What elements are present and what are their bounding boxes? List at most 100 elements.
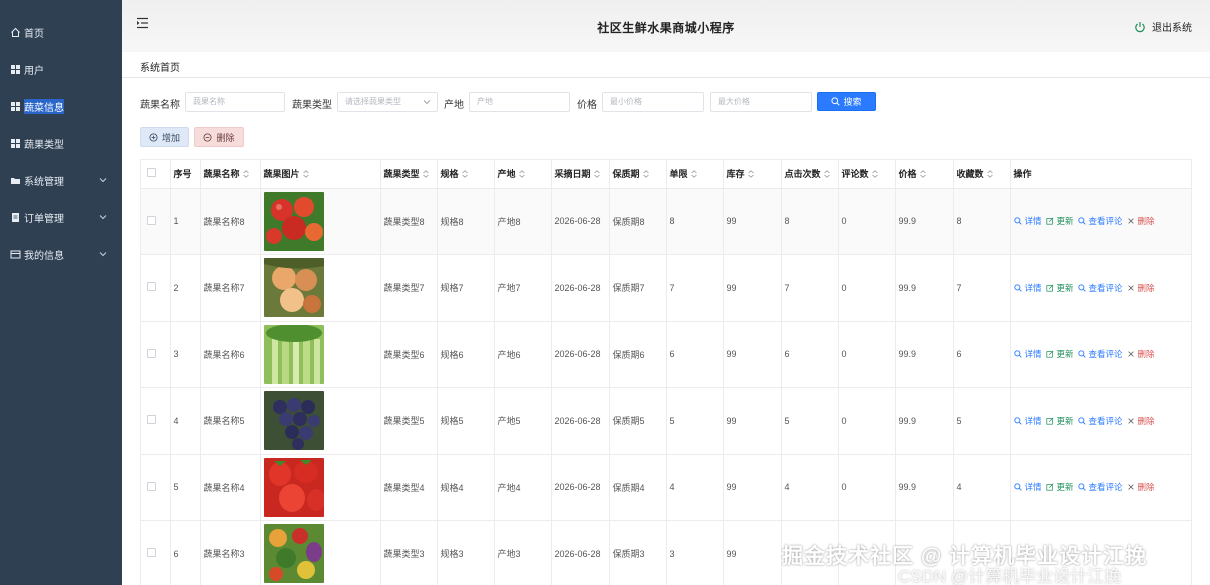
sort-icon[interactable] xyxy=(823,170,830,178)
update-button[interactable]: 更新 xyxy=(1045,215,1074,227)
sidebar-item-orders[interactable]: 订单管理 xyxy=(0,199,122,236)
sidebar-item-my-info[interactable]: 我的信息 xyxy=(0,236,122,273)
sort-icon[interactable] xyxy=(461,170,468,178)
price-cell: 99.9 xyxy=(895,188,954,255)
column-header-label: 库存 xyxy=(726,169,745,180)
index-cell: 5 xyxy=(170,454,201,521)
edit-icon xyxy=(1045,217,1053,225)
clicks-cell: 6 xyxy=(781,321,839,388)
detail-button[interactable]: 详情 xyxy=(1013,282,1042,294)
type-select[interactable]: 请选择蔬果类型 xyxy=(337,92,438,112)
sidebar-item-produce-type[interactable]: 蔬果类型 xyxy=(0,125,122,162)
column-header[interactable]: 产地 xyxy=(494,160,552,189)
sort-icon[interactable] xyxy=(690,170,697,178)
detail-button[interactable]: 详情 xyxy=(1013,348,1042,360)
row-checkbox[interactable] xyxy=(147,282,156,292)
view-comments-button[interactable]: 查看评论 xyxy=(1077,481,1123,493)
origin-input[interactable]: 产地 xyxy=(469,92,570,112)
row-checkbox[interactable] xyxy=(147,415,156,425)
row-checkbox[interactable] xyxy=(147,348,156,358)
produce-image xyxy=(263,191,380,251)
produce-image xyxy=(263,391,380,451)
comments-cell: 0 xyxy=(838,254,896,322)
update-button[interactable]: 更新 xyxy=(1045,415,1074,427)
column-header[interactable]: 价格 xyxy=(895,160,954,189)
row-checkbox[interactable] xyxy=(147,215,156,225)
column-header[interactable]: 蔬果图片 xyxy=(260,160,381,189)
row-select-cell xyxy=(141,188,171,255)
search-button[interactable]: 搜索 xyxy=(817,92,876,111)
sidebar-item-system[interactable]: 系统管理 xyxy=(0,162,122,199)
column-header[interactable]: 库存 xyxy=(723,160,782,189)
sort-icon[interactable] xyxy=(593,170,600,178)
sort-icon[interactable] xyxy=(518,170,525,178)
sort-icon[interactable] xyxy=(422,170,429,178)
sort-icon[interactable] xyxy=(919,170,926,178)
column-header[interactable]: 保质期 xyxy=(609,160,667,189)
actions-cell: 详情 更新 查看评论 删除 xyxy=(1010,387,1191,455)
grid-icon xyxy=(10,64,21,75)
column-header-label: 保质期 xyxy=(612,169,640,180)
delete-button[interactable]: 删除 xyxy=(1127,481,1155,493)
sort-icon[interactable] xyxy=(302,170,309,178)
name-input[interactable]: 蔬果名称 xyxy=(185,92,285,112)
column-header[interactable]: 规格 xyxy=(437,160,495,189)
column-header[interactable]: 蔬果名称 xyxy=(200,160,261,189)
column-header[interactable]: 蔬果类型 xyxy=(380,160,438,189)
shelf-life-cell: 保质期7 xyxy=(609,254,667,322)
search-icon xyxy=(1013,483,1022,491)
logout-button[interactable]: 退出系统 xyxy=(1134,19,1192,34)
detail-button[interactable]: 详情 xyxy=(1013,215,1042,227)
column-header[interactable]: 采摘日期 xyxy=(551,160,610,189)
row-select-cell xyxy=(141,520,171,585)
max-price-input[interactable]: 最大价格 xyxy=(710,92,812,112)
view-comments-button[interactable]: 查看评论 xyxy=(1077,415,1123,427)
app-title: 社区生鲜水果商城小程序 xyxy=(597,21,735,35)
select-all-checkbox[interactable] xyxy=(147,168,156,178)
column-header[interactable]: 评论数 xyxy=(838,160,896,189)
favorites-cell: 6 xyxy=(953,321,1011,388)
detail-label: 详情 xyxy=(1024,349,1042,360)
delete-button[interactable]: 删除 xyxy=(1127,282,1155,294)
view-comments-button[interactable]: 查看评论 xyxy=(1077,215,1123,227)
stock-cell: 99 xyxy=(723,454,782,521)
update-button[interactable]: 更新 xyxy=(1045,348,1074,360)
table-row: 5 蔬果名称4 蔬果类型4 规格4 产地4 2026-06-28 保质期4 4 99 4 0 99.9… xyxy=(141,454,1191,521)
update-button[interactable]: 更新 xyxy=(1045,282,1074,294)
delete-button[interactable]: 删除 xyxy=(1127,348,1155,360)
column-header[interactable]: 单限 xyxy=(666,160,724,189)
batch-delete-button[interactable]: 删除 xyxy=(194,127,244,147)
sort-icon[interactable] xyxy=(242,170,249,178)
column-header-label: 采摘日期 xyxy=(554,169,591,180)
add-button[interactable]: 增加 xyxy=(140,127,189,147)
clicks-cell: 4 xyxy=(781,454,839,521)
type-cell: 蔬果类型3 xyxy=(380,520,438,585)
column-header[interactable]: 点击次数 xyxy=(781,160,839,189)
type-cell: 蔬果类型4 xyxy=(380,454,438,521)
sidebar: 首页 用户 蔬菜信息 蔬果类型 系统管理 订单管理 我的信息 xyxy=(0,0,122,585)
sort-icon[interactable] xyxy=(747,170,754,178)
sidebar-item-users[interactable]: 用户 xyxy=(0,51,122,88)
sort-icon[interactable] xyxy=(986,170,993,178)
row-select-cell xyxy=(141,454,171,521)
clicks-cell xyxy=(781,520,839,585)
sidebar-item-produce-info[interactable]: 蔬菜信息 xyxy=(0,88,122,125)
breadcrumb[interactable]: 系统首页 xyxy=(140,59,180,74)
sidebar-item-home[interactable]: 首页 xyxy=(0,14,122,51)
row-checkbox[interactable] xyxy=(147,481,156,491)
update-button[interactable]: 更新 xyxy=(1045,481,1074,493)
sort-icon[interactable] xyxy=(871,170,878,178)
delete-button[interactable]: 删除 xyxy=(1127,415,1155,427)
detail-button[interactable]: 详情 xyxy=(1013,481,1042,493)
chevron-down-icon xyxy=(423,100,431,105)
close-icon xyxy=(1127,218,1134,224)
min-price-input[interactable]: 最小价格 xyxy=(602,92,704,112)
view-comments-button[interactable]: 查看评论 xyxy=(1077,348,1123,360)
sort-icon[interactable] xyxy=(642,170,649,178)
column-header[interactable]: 收藏数 xyxy=(953,160,1011,189)
row-checkbox[interactable] xyxy=(147,548,156,558)
delete-button[interactable]: 删除 xyxy=(1127,215,1155,227)
view-comments-button[interactable]: 查看评论 xyxy=(1077,282,1123,294)
date-cell: 2026-06-28 xyxy=(551,254,610,322)
detail-button[interactable]: 详情 xyxy=(1013,415,1042,427)
